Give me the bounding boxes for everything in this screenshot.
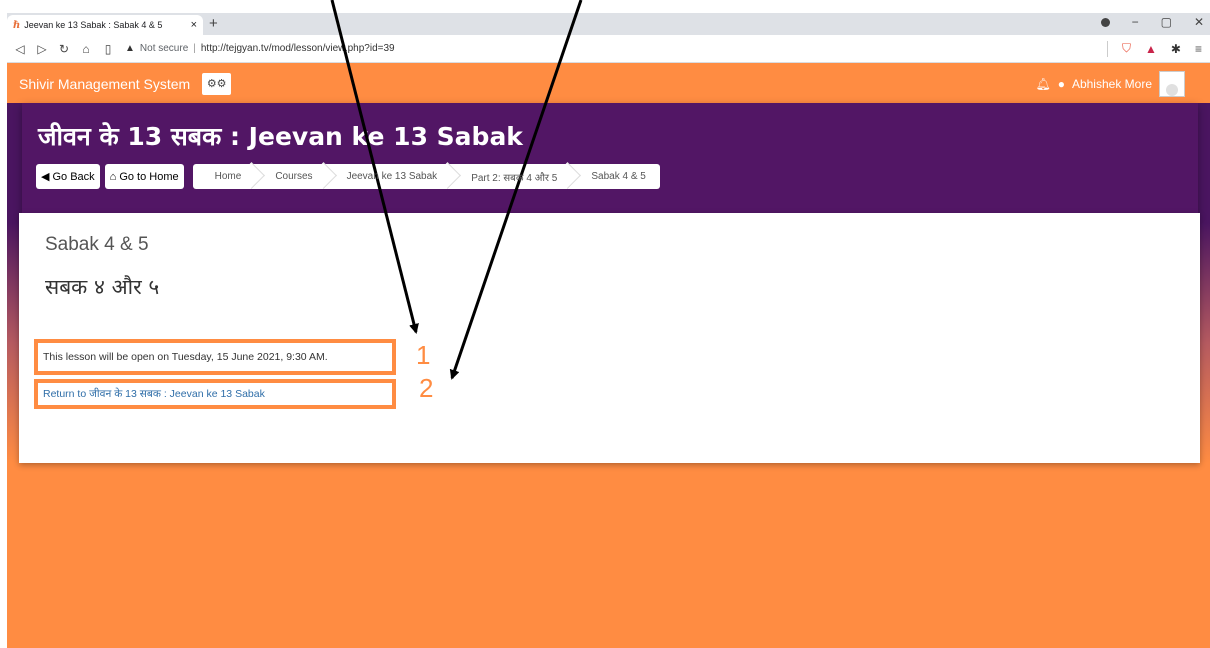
back-icon[interactable]: ◁ xyxy=(11,42,29,56)
go-back-label: Go Back xyxy=(52,170,95,183)
breadcrumb-label: Jeevan ke 13 Sabak xyxy=(346,171,438,182)
lesson-availability-notice: This lesson will be open on Tuesday, 15 … xyxy=(34,339,396,375)
breadcrumb-label: Part 2: सबक 4 और 5 xyxy=(471,172,558,184)
forward-icon[interactable]: ▷ xyxy=(33,42,51,56)
user-name[interactable]: Abhishek More xyxy=(1072,77,1152,91)
warning-icon: ▲ xyxy=(125,43,135,54)
brave-rewards-icon[interactable]: ▲ xyxy=(1145,42,1157,56)
breadcrumb: Home Courses Jeevan ke 13 Sabak Part 2: … xyxy=(192,164,660,189)
record-icon[interactable] xyxy=(1100,17,1110,27)
browser-toolbar: ◁ ▷ ↻ ⌂ ▯ ▲ Not secure | http://tejgyan.… xyxy=(7,35,1210,63)
go-back-button[interactable]: ◀ Go Back xyxy=(36,164,100,189)
menu-icon[interactable]: ≡ xyxy=(1195,42,1202,56)
page-header: जीवन के 13 सबक : Jeevan ke 13 Sabak ◀ Go… xyxy=(22,103,1198,213)
breadcrumb-label: Home xyxy=(214,171,242,182)
return-to-course-link[interactable]: Return to जीवन के 13 सबक : Jeevan ke 13 … xyxy=(43,387,265,401)
avatar[interactable] xyxy=(1159,70,1185,97)
browser-tab[interactable]: ℏ Jeevan ke 13 Sabak : Sabak 4 & 5 × xyxy=(7,15,203,35)
bookmark-icon[interactable]: ▯ xyxy=(99,42,117,56)
close-tab-icon[interactable]: × xyxy=(191,19,197,31)
breadcrumb-item-lesson[interactable]: Sabak 4 & 5 xyxy=(571,164,659,189)
breadcrumb-item-courses[interactable]: Courses xyxy=(255,164,326,189)
annotation-label-2: 2 xyxy=(419,373,434,403)
address-bar[interactable]: ▲ Not secure | http://tejgyan.tv/mod/les… xyxy=(125,38,1107,60)
url-text: http://tejgyan.tv/mod/lesson/view.php?id… xyxy=(200,43,395,54)
notice-text: This lesson will be open on Tuesday, 15 … xyxy=(43,351,328,363)
close-window-icon[interactable]: ✕ xyxy=(1194,15,1204,29)
breadcrumb-item-course[interactable]: Jeevan ke 13 Sabak xyxy=(327,164,452,189)
page-title: जीवन के 13 सबक : Jeevan ke 13 Sabak xyxy=(38,122,523,151)
browser-window: ℏ Jeevan ke 13 Sabak : Sabak 4 & 5 × + −… xyxy=(7,13,1210,648)
new-tab-icon[interactable]: + xyxy=(209,15,218,32)
tab-title: Jeevan ke 13 Sabak : Sabak 4 & 5 xyxy=(24,20,163,30)
user-menu: 🔔︎ ● Abhishek More xyxy=(1035,70,1185,97)
lesson-card: Sabak 4 & 5 सबक ४ और ५ This lesson will … xyxy=(19,213,1200,463)
messages-icon[interactable]: ● xyxy=(1058,77,1065,91)
lesson-title: Sabak 4 & 5 xyxy=(45,234,149,255)
toolbar-divider xyxy=(1107,40,1109,57)
lesson-subtitle: सबक ४ और ५ xyxy=(45,275,160,299)
site-navbar: Shivir Management System ⚙⚙ 🔔︎ ● Abhishe… xyxy=(7,64,1210,103)
window-controls: − ▢ ✕ xyxy=(1100,15,1204,29)
breadcrumb-label: Courses xyxy=(275,171,313,182)
tab-strip: ℏ Jeevan ke 13 Sabak : Sabak 4 & 5 × + −… xyxy=(7,13,1210,35)
annotation-label-1: 1 xyxy=(416,340,431,370)
return-link-box: Return to जीवन के 13 सबक : Jeevan ke 13 … xyxy=(34,379,396,409)
home-icon: ⌂ xyxy=(109,170,117,183)
header-button-row: ◀ Go Back ⌂ Go to Home Home Courses Jeev… xyxy=(36,164,660,189)
extensions-area: ⛉ ▲ ✱ ≡ xyxy=(1107,40,1210,57)
site-favicon-icon: ℏ xyxy=(13,19,21,31)
home-icon[interactable]: ⌂ xyxy=(77,42,95,56)
avatar-silhouette-icon xyxy=(1166,83,1178,96)
minimize-icon[interactable]: − xyxy=(1132,15,1139,29)
arrow-left-circle-icon: ◀ xyxy=(41,171,50,183)
brave-shield-icon[interactable]: ⛉ xyxy=(1122,41,1131,56)
url-separator: | xyxy=(193,43,196,54)
security-label: Not secure xyxy=(139,43,189,54)
maximize-icon[interactable]: ▢ xyxy=(1161,15,1172,29)
site-name[interactable]: Shivir Management System xyxy=(19,76,190,92)
settings-gears-button[interactable]: ⚙⚙ xyxy=(202,72,232,95)
go-home-label: Go to Home xyxy=(119,170,179,183)
breadcrumb-item-home[interactable]: Home xyxy=(193,164,256,189)
breadcrumb-item-section[interactable]: Part 2: सबक 4 और 5 xyxy=(451,164,571,189)
reload-icon[interactable]: ↻ xyxy=(55,42,73,56)
notification-bell-icon[interactable]: 🔔︎ xyxy=(1035,77,1050,91)
go-home-button[interactable]: ⌂ Go to Home xyxy=(104,164,184,189)
extensions-icon[interactable]: ✱ xyxy=(1171,42,1181,56)
breadcrumb-label: Sabak 4 & 5 xyxy=(591,171,646,182)
gears-icon: ⚙⚙ xyxy=(206,78,227,90)
